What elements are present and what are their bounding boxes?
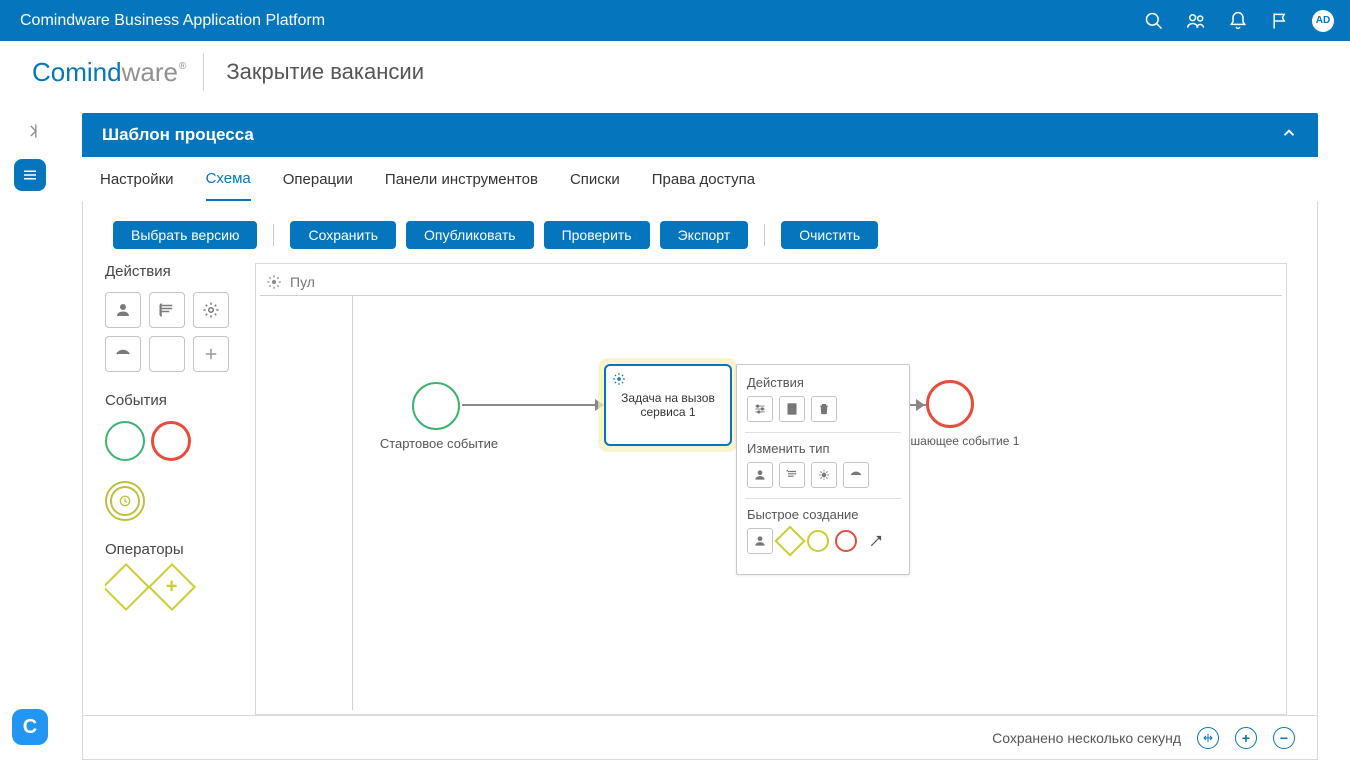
ctx-separator	[745, 432, 901, 433]
sequence-flow-arrowhead	[916, 399, 925, 411]
toolbar: Выбрать версию Сохранить Опубликовать Пр…	[83, 201, 1317, 263]
check-button[interactable]: Проверить	[544, 221, 650, 249]
publish-button[interactable]: Опубликовать	[406, 221, 534, 249]
ctx-script-button[interactable]	[779, 396, 805, 422]
palette-service-task-button[interactable]	[193, 292, 229, 328]
save-status: Сохранено несколько секунд	[992, 730, 1181, 746]
toolbar-separator	[273, 224, 274, 246]
pool-label: Пул	[290, 274, 315, 290]
node-context-menu: Действия Изменить тип	[736, 364, 910, 575]
ctx-delete-button[interactable]	[811, 396, 837, 422]
logo-registered: ®	[179, 61, 186, 72]
ctx-type-user-button[interactable]	[747, 462, 773, 488]
palette-operators-label: Операторы	[105, 541, 237, 558]
tab-lists[interactable]: Списки	[570, 157, 620, 201]
panel-collapse-button[interactable]	[1280, 124, 1298, 147]
ctx-change-type-label: Изменить тип	[747, 441, 899, 456]
zoom-out-button[interactable]: −	[1273, 727, 1295, 749]
palette-parallel-gateway-button[interactable]	[148, 563, 196, 611]
gear-icon	[612, 372, 626, 389]
palette-end-event-button[interactable]	[151, 421, 191, 461]
tab-toolbars[interactable]: Панели инструментов	[385, 157, 538, 201]
tab-settings[interactable]: Настройки	[100, 157, 174, 201]
palette-timer-event-button[interactable]	[105, 481, 145, 521]
export-button[interactable]: Экспорт	[660, 221, 749, 249]
topbar: Comindware Business Application Platform…	[0, 0, 1350, 41]
palette-user-task-button[interactable]	[105, 292, 141, 328]
ctx-create-user-task-button[interactable]	[747, 528, 773, 554]
ctx-type-subprocess-button[interactable]	[843, 462, 869, 488]
topbar-actions: AD	[1144, 10, 1334, 32]
pool-header[interactable]: Пул	[260, 268, 1282, 296]
header-divider	[203, 53, 204, 91]
panel-header: Шаблон процесса	[82, 113, 1318, 157]
rail-collapse-button[interactable]	[20, 121, 40, 141]
ctx-properties-button[interactable]	[747, 396, 773, 422]
ctx-create-gateway-button[interactable]	[774, 525, 805, 556]
logo-tail: ware	[122, 57, 178, 87]
app-title: Comindware Business Application Platform	[20, 12, 325, 30]
user-avatar[interactable]: AD	[1312, 10, 1334, 32]
diagram-canvas[interactable]: Пул Стартовое событие Задача на вызов се…	[255, 263, 1287, 715]
lane-divider	[352, 296, 353, 710]
palette-actions-label: Действия	[105, 263, 237, 280]
start-event-label: Стартовое событие	[364, 436, 514, 451]
palette-script-task-button[interactable]	[149, 292, 185, 328]
start-event-node[interactable]	[412, 382, 460, 430]
select-version-button[interactable]: Выбрать версию	[113, 221, 257, 249]
rail-help-button[interactable]: C	[12, 709, 48, 745]
palette-events-label: События	[105, 392, 237, 409]
users-icon[interactable]	[1186, 11, 1206, 31]
logo: Comindware®	[32, 57, 185, 88]
fit-to-screen-button[interactable]	[1197, 727, 1219, 749]
ctx-actions-label: Действия	[747, 375, 899, 390]
logo-main: Comind	[32, 57, 122, 87]
panel-title: Шаблон процесса	[102, 125, 254, 145]
sequence-flow[interactable]	[462, 404, 600, 406]
service-task-node[interactable]: Задача на вызов сервиса 1	[604, 364, 732, 446]
palette-exclusive-gateway-button[interactable]	[105, 563, 150, 611]
toolbar-separator	[764, 224, 765, 246]
rail-menu-button[interactable]	[14, 159, 46, 191]
editor-footer: Сохранено несколько секунд + −	[83, 715, 1317, 759]
end-event-label: шающее событие 1	[910, 434, 1020, 450]
palette-start-event-button[interactable]	[105, 421, 145, 461]
tab-access[interactable]: Права доступа	[652, 157, 755, 201]
palette-add-task-button[interactable]	[193, 336, 229, 372]
ctx-type-service-button[interactable]	[811, 462, 837, 488]
end-event-node[interactable]	[926, 380, 974, 428]
task-label: Задача на вызов сервиса 1	[612, 391, 724, 419]
ctx-create-flow-button[interactable]	[863, 528, 889, 554]
tabs: Настройки Схема Операции Панели инструме…	[82, 157, 1318, 201]
breadcrumb: Закрытие вакансии	[226, 59, 424, 85]
clear-button[interactable]: Очистить	[781, 221, 878, 249]
ctx-type-script-button[interactable]	[779, 462, 805, 488]
flag-icon[interactable]	[1270, 11, 1290, 31]
ctx-separator	[745, 498, 901, 499]
ctx-create-end-event-button[interactable]	[835, 530, 857, 552]
zoom-in-button[interactable]: +	[1235, 727, 1257, 749]
palette: Действия События	[105, 263, 237, 715]
left-rail: C	[0, 103, 60, 775]
bell-icon[interactable]	[1228, 11, 1248, 31]
palette-empty-task-button[interactable]	[149, 336, 185, 372]
gear-icon	[266, 274, 282, 290]
search-icon[interactable]	[1144, 11, 1164, 31]
tab-operations[interactable]: Операции	[283, 157, 353, 201]
tab-schema[interactable]: Схема	[206, 157, 251, 201]
ctx-quick-create-label: Быстрое создание	[747, 507, 899, 522]
ctx-create-intermediate-event-button[interactable]	[807, 530, 829, 552]
header-row: Comindware® Закрытие вакансии	[0, 41, 1350, 103]
palette-subprocess-button[interactable]	[105, 336, 141, 372]
save-button[interactable]: Сохранить	[290, 221, 396, 249]
